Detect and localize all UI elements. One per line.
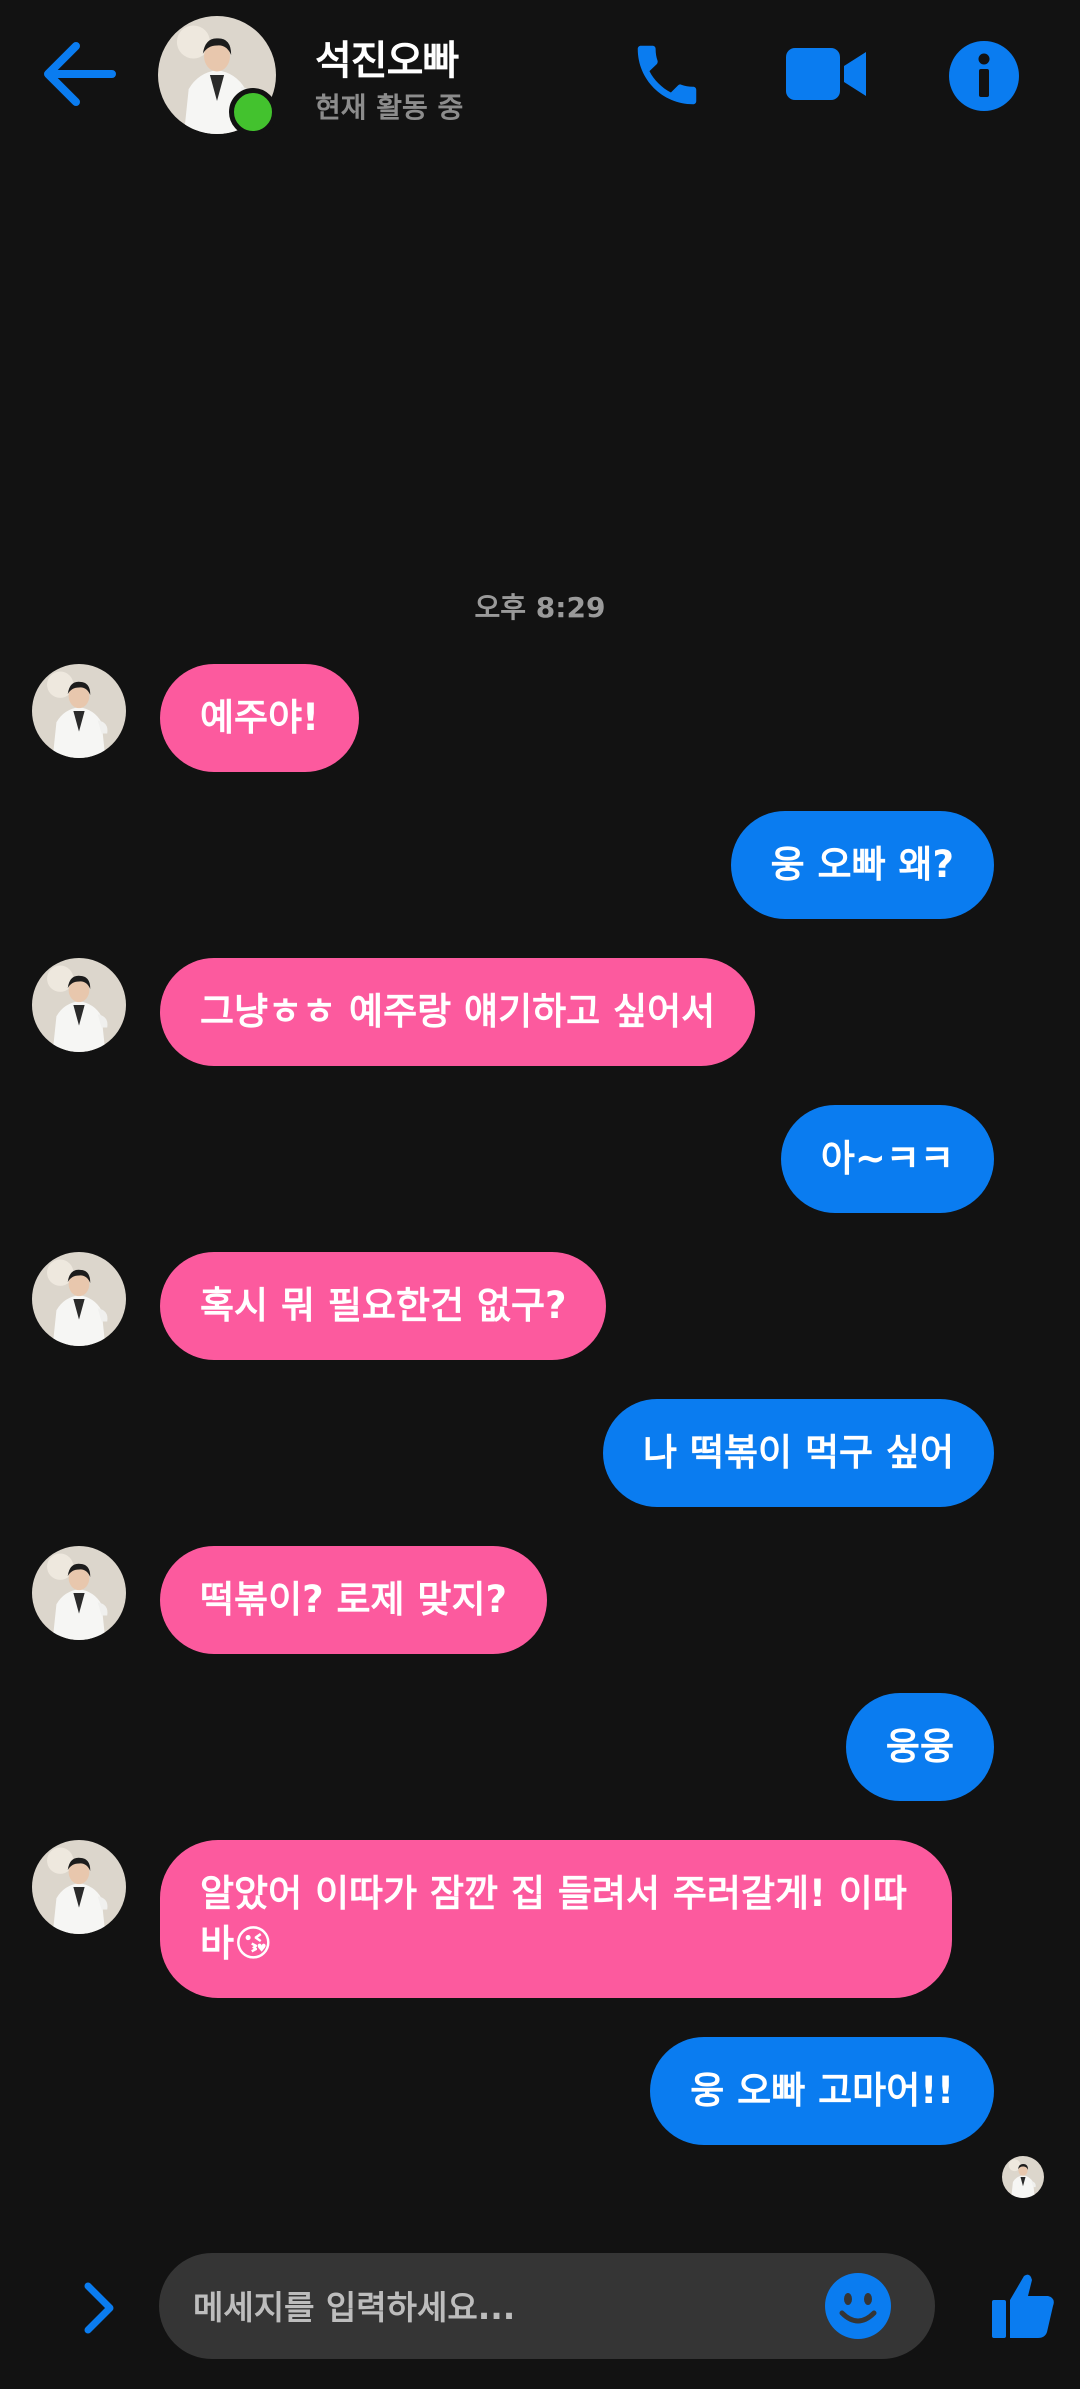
- video-call-button[interactable]: [784, 44, 868, 104]
- message-input[interactable]: [191, 2279, 795, 2335]
- back-button[interactable]: [40, 38, 120, 110]
- contact-avatar-small[interactable]: [32, 1546, 126, 1640]
- online-indicator: [229, 88, 277, 136]
- outgoing-message[interactable]: 웅 오빠 왜?: [730, 811, 994, 919]
- emoji-button[interactable]: [823, 2271, 893, 2341]
- contact-avatar-small[interactable]: [32, 1840, 126, 1934]
- outgoing-message[interactable]: 나 떡볶이 먹구 싶어: [603, 1399, 994, 1507]
- chat-header: 석진오빠 현재 활동 중: [0, 0, 1080, 150]
- more-actions-button[interactable]: [70, 2278, 126, 2338]
- contact-avatar-small[interactable]: [32, 1252, 126, 1346]
- chevron-right-icon: [84, 2282, 114, 2334]
- contact-name[interactable]: 석진오빠: [315, 28, 459, 86]
- contact-avatar-small[interactable]: [32, 664, 126, 758]
- info-icon: [949, 41, 1019, 111]
- smiley-icon: [825, 2273, 891, 2339]
- video-camera-icon: [786, 48, 866, 100]
- outgoing-message[interactable]: 웅웅: [845, 1693, 994, 1801]
- outgoing-message[interactable]: 아~ㅋㅋ: [780, 1105, 994, 1213]
- incoming-message[interactable]: 혹시 뭐 필요한건 없구?: [160, 1252, 607, 1360]
- incoming-message[interactable]: 예주야!: [160, 664, 359, 772]
- message-composer: [159, 2253, 935, 2359]
- arrow-left-icon: [44, 42, 116, 106]
- seen-indicator-avatar: [1002, 2156, 1044, 2198]
- thumbs-up-icon: [992, 2274, 1054, 2338]
- outgoing-message[interactable]: 웅 오빠 고마어!!: [650, 2037, 994, 2145]
- contact-status: 현재 활동 중: [315, 91, 464, 124]
- incoming-message[interactable]: 알았어 이따가 잠깐 집 들려서 주러갈게! 이따바😘: [160, 1840, 952, 1998]
- call-button[interactable]: [628, 36, 706, 114]
- like-button[interactable]: [990, 2270, 1056, 2340]
- contact-avatar-small[interactable]: [32, 958, 126, 1052]
- message-timestamp: 오후 8:29: [474, 591, 606, 624]
- incoming-message[interactable]: 떡볶이? 로제 맞지?: [160, 1546, 547, 1654]
- phone-icon: [637, 45, 697, 105]
- info-button[interactable]: [948, 40, 1020, 112]
- incoming-message[interactable]: 그냥ㅎㅎ 예주랑 얘기하고 싶어서: [160, 958, 756, 1066]
